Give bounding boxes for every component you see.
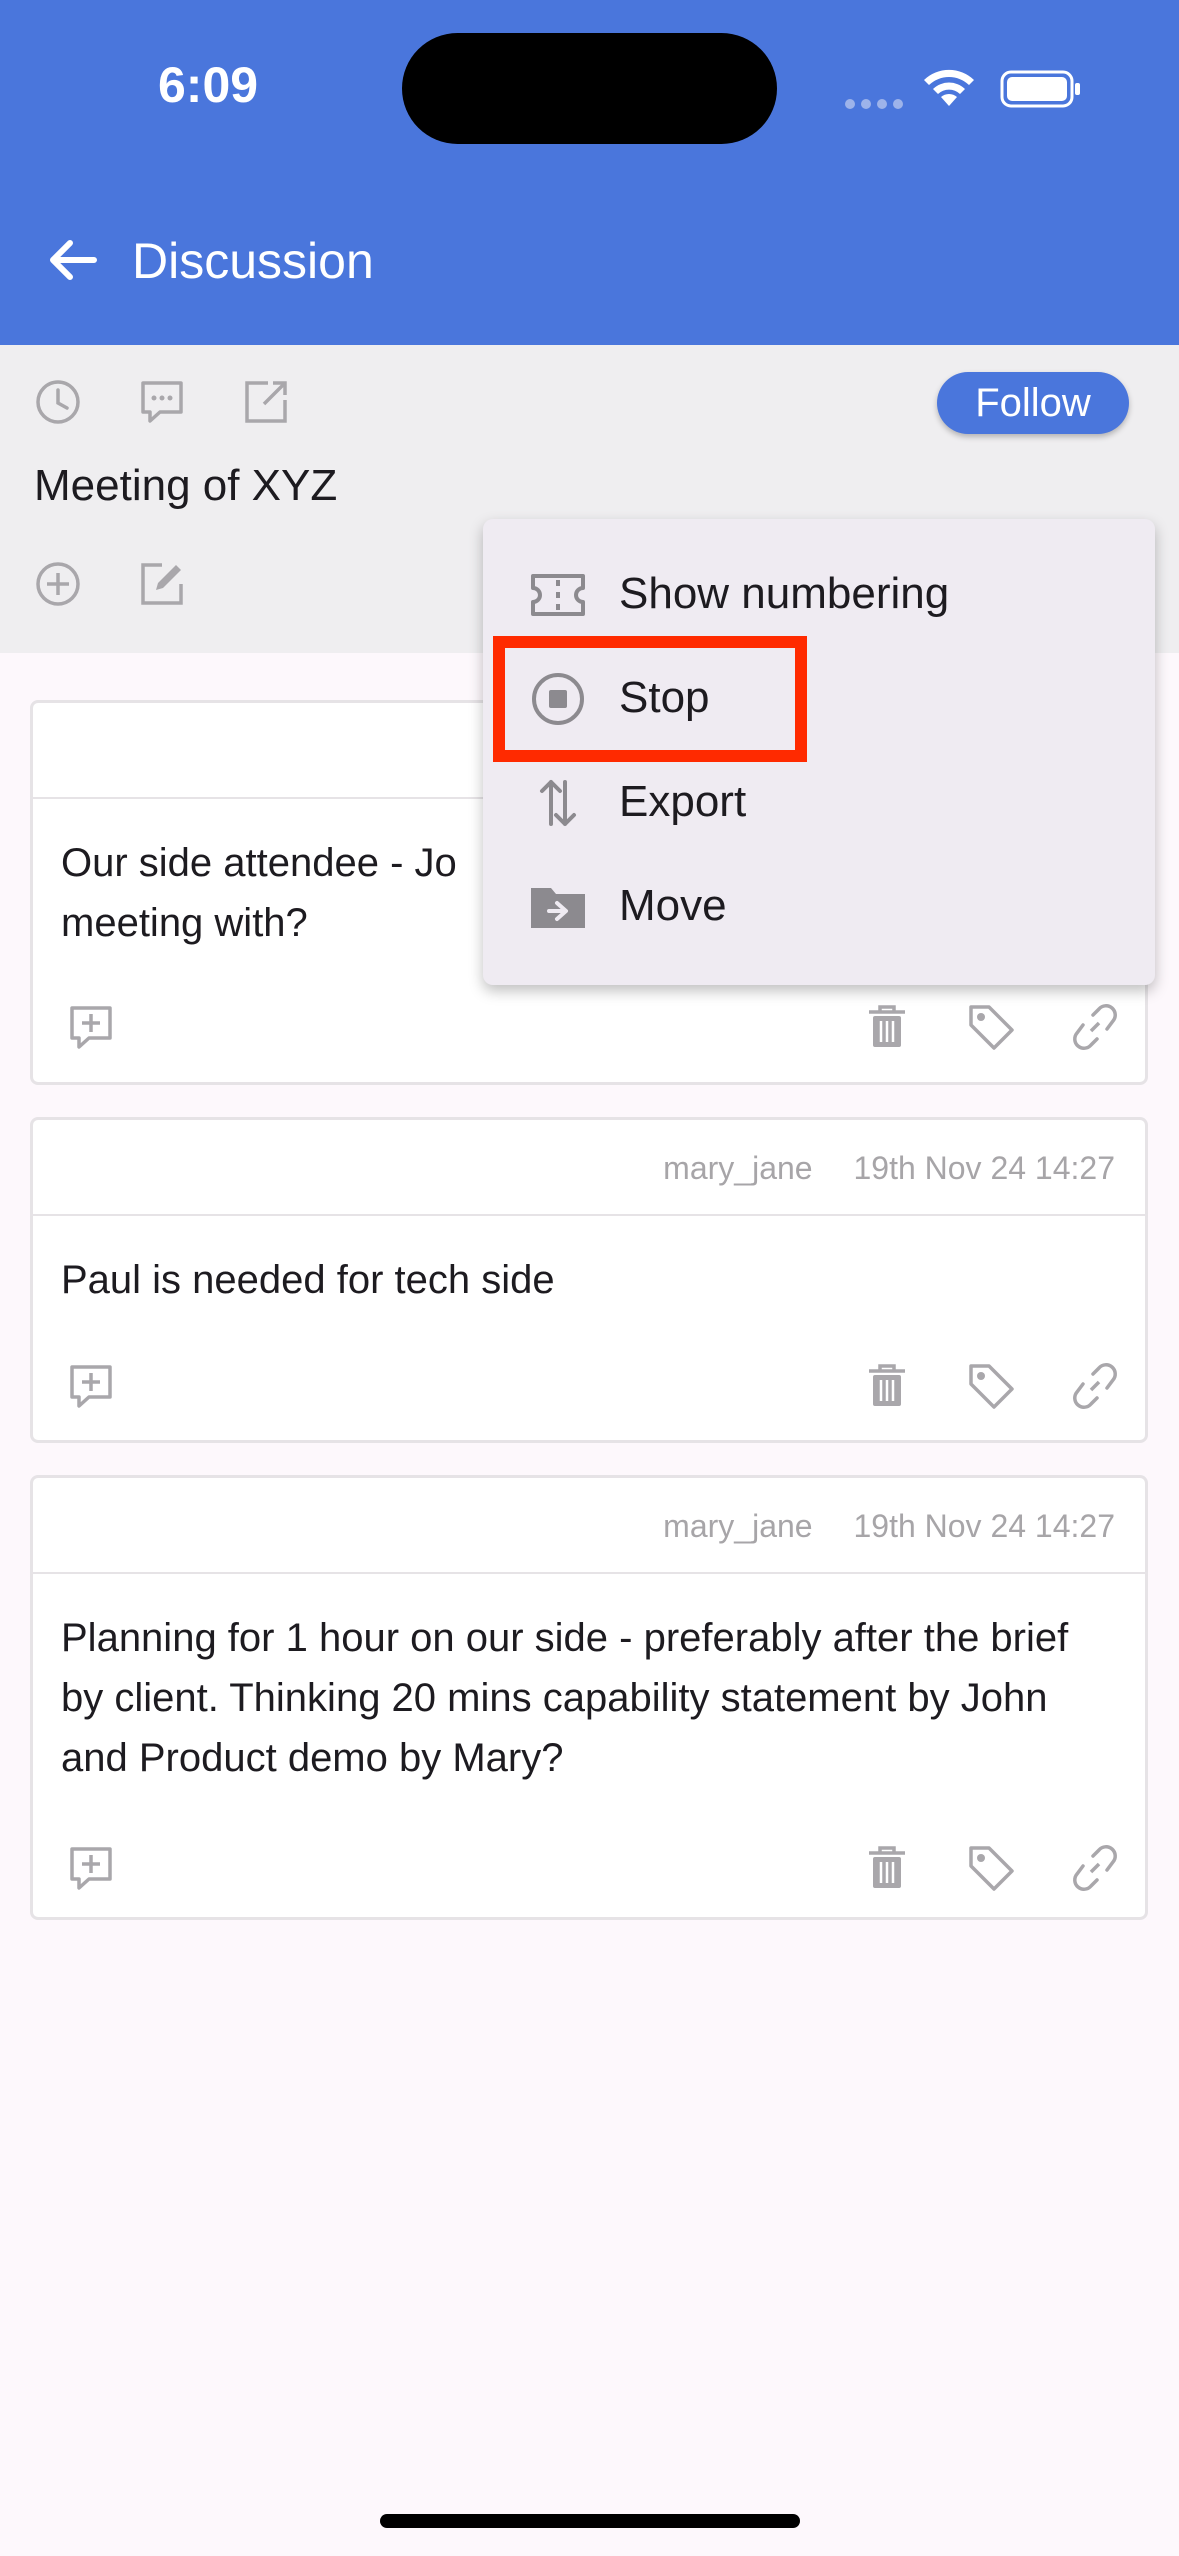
post-timestamp: 19th Nov 24 14:27 <box>853 1150 1115 1186</box>
home-indicator[interactable] <box>380 2514 800 2528</box>
post-timestamp: 19th Nov 24 14:27 <box>853 1508 1115 1544</box>
delete-icon[interactable] <box>861 1001 913 1053</box>
wifi-icon <box>924 69 974 106</box>
post-author: mary_jane <box>663 1150 813 1186</box>
menu-item-label: Export <box>619 777 747 826</box>
export-icon <box>540 780 576 826</box>
link-icon[interactable] <box>1069 1842 1121 1894</box>
delete-icon[interactable] <box>861 1360 913 1412</box>
menu-item-export[interactable]: Export <box>483 750 1155 854</box>
post-card: mary_jane 19th Nov 24 14:27 Paul is need… <box>30 1117 1148 1443</box>
meeting-title: Meeting of XYZ <box>34 461 338 510</box>
menu-item-stop[interactable]: Stop <box>483 646 1155 750</box>
comments-icon[interactable] <box>136 376 188 428</box>
post-header: mary_jane 19th Nov 24 14:27 <box>33 1120 1145 1216</box>
open-external-icon[interactable] <box>240 376 292 428</box>
add-comment-icon[interactable] <box>65 1360 117 1412</box>
cellular-signal-icon <box>845 96 909 114</box>
post-text: Planning for 1 hour on our side - prefer… <box>61 1616 1069 1780</box>
dynamic-island <box>402 33 777 144</box>
add-comment-icon[interactable] <box>65 1842 117 1894</box>
add-circle-icon[interactable] <box>32 558 84 610</box>
menu-item-move[interactable]: Move <box>483 854 1155 958</box>
numbering-icon <box>531 574 585 616</box>
post-header: mary_jane 19th Nov 24 14:27 <box>33 1478 1145 1574</box>
post-text: Our side attendee - Jo meeting with? <box>61 841 457 945</box>
link-icon[interactable] <box>1069 1360 1121 1412</box>
stop-icon <box>532 673 584 725</box>
back-arrow-icon[interactable] <box>42 230 102 290</box>
post-meta: mary_jane 19th Nov 24 14:27 <box>663 1120 1115 1216</box>
delete-icon[interactable] <box>861 1842 913 1894</box>
post-text: Paul is needed for tech side <box>61 1258 555 1302</box>
menu-item-show-numbering[interactable]: Show numbering <box>483 542 1155 646</box>
app-bar: 6:09 Discussion <box>0 0 1179 345</box>
tag-icon[interactable] <box>965 1360 1017 1412</box>
tag-icon[interactable] <box>965 1842 1017 1894</box>
status-time: 6:09 <box>158 57 259 113</box>
move-folder-icon <box>531 888 585 928</box>
post-author: mary_jane <box>663 1508 813 1544</box>
page-title: Discussion <box>132 233 374 289</box>
menu-item-label: Show numbering <box>619 569 950 618</box>
screen: 6:09 Discussion Follow Meeting of XYZ Ou… <box>0 0 1179 2556</box>
add-comment-icon[interactable] <box>65 1001 117 1053</box>
follow-button[interactable]: Follow <box>937 372 1129 434</box>
menu-item-label: Stop <box>619 673 710 722</box>
clock-icon[interactable] <box>32 376 84 428</box>
post-card: mary_jane 19th Nov 24 14:27 Planning for… <box>30 1475 1148 1920</box>
link-icon[interactable] <box>1069 1001 1121 1053</box>
tag-icon[interactable] <box>965 1001 1017 1053</box>
post-meta: mary_jane 19th Nov 24 14:27 <box>663 1478 1115 1574</box>
battery-icon <box>1000 70 1080 108</box>
overflow-menu: Show numbering Stop Export Move <box>483 519 1155 985</box>
menu-item-label: Move <box>619 881 727 930</box>
edit-icon[interactable] <box>136 558 188 610</box>
